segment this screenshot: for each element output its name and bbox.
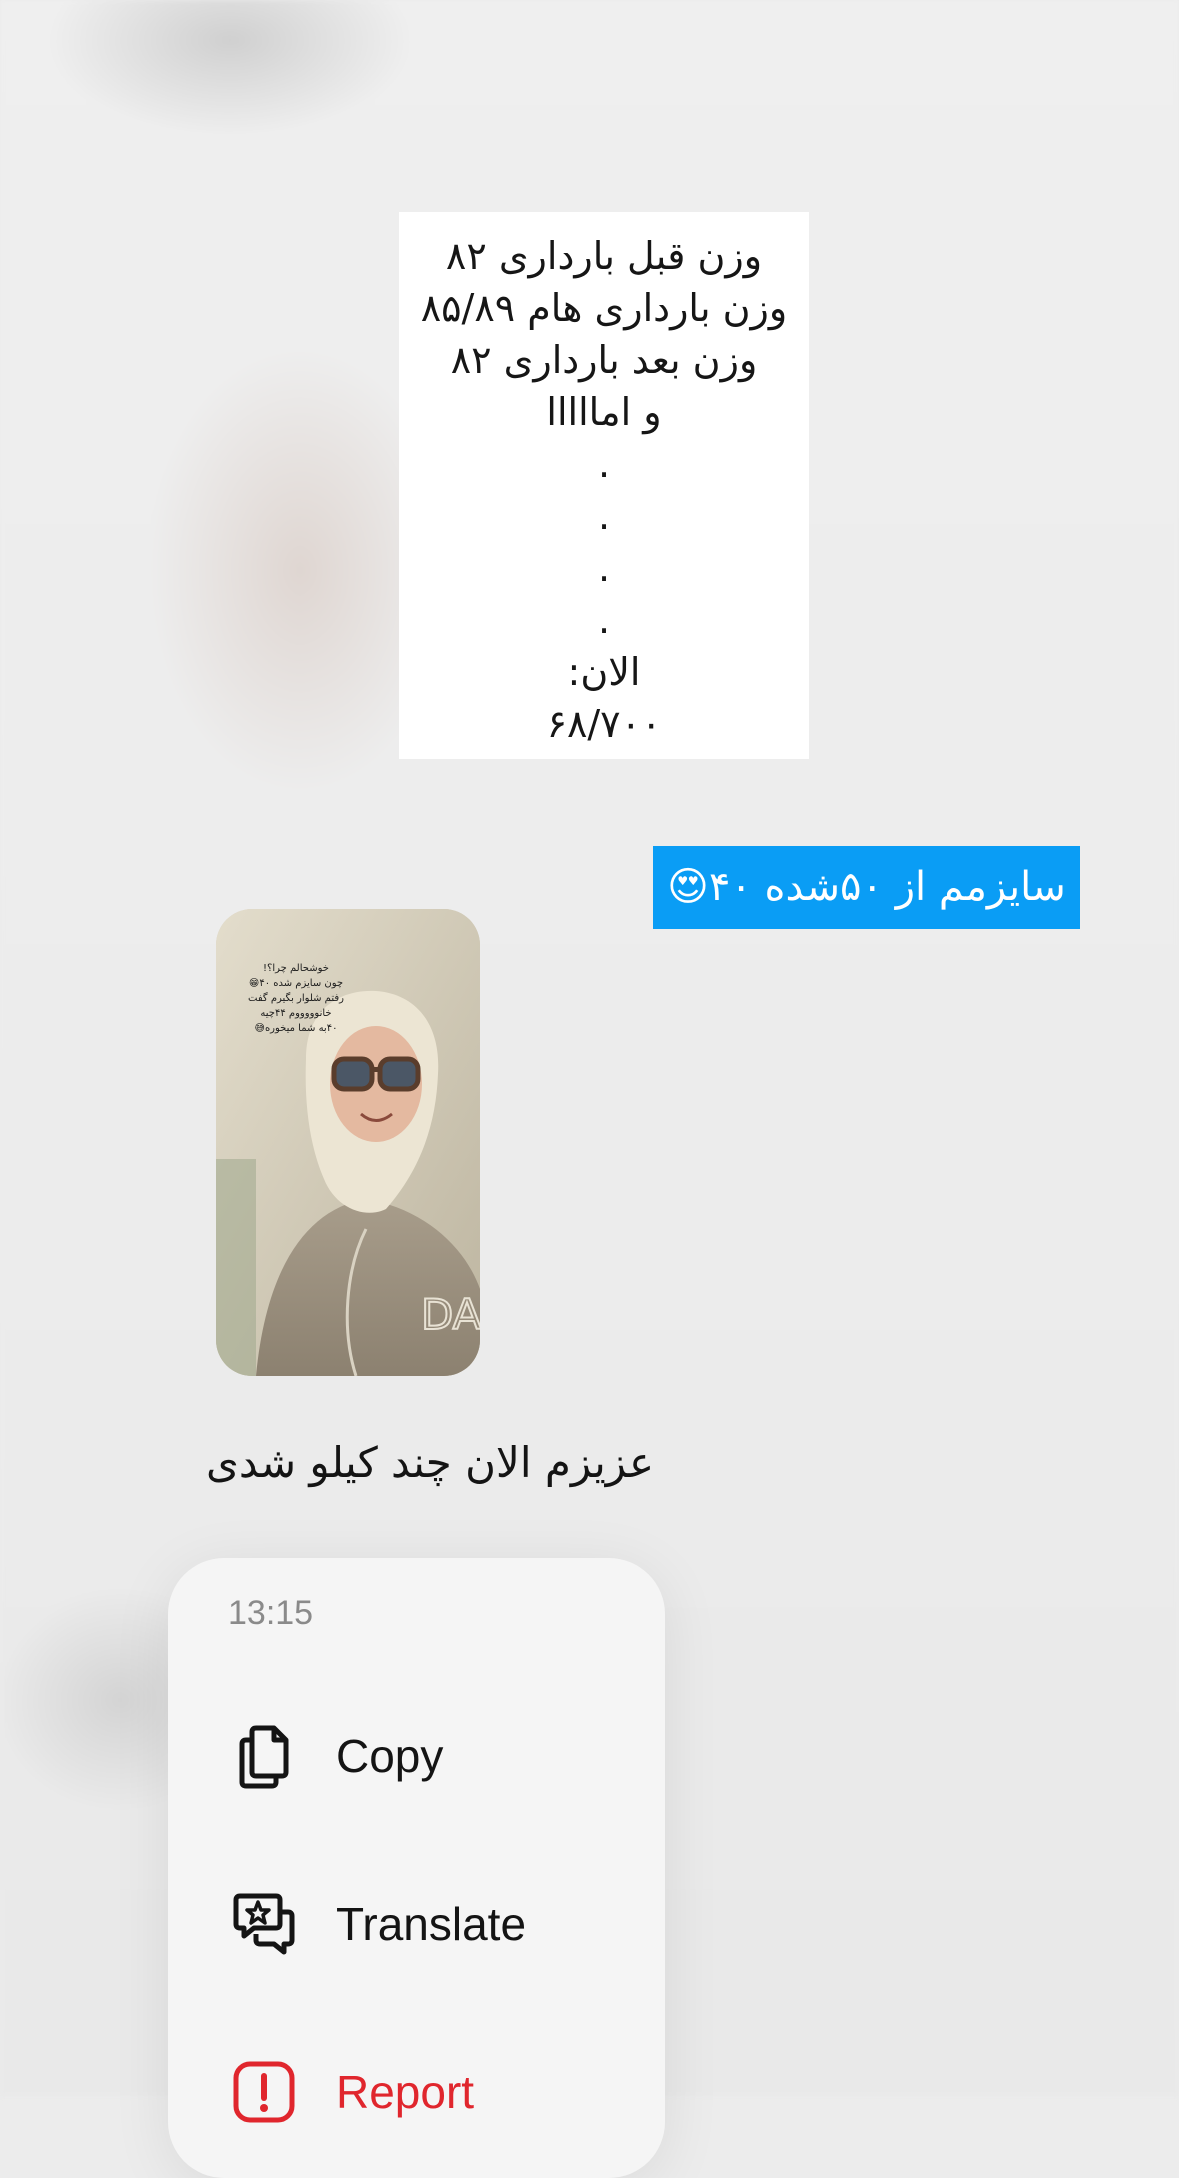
story-overlay-line: خانوووووم ۴۴چیه — [260, 1008, 332, 1019]
note-line: وزن قبل بارداری ۸۲ — [445, 234, 763, 278]
note-line: و امااااا — [546, 390, 662, 434]
svg-text:DA: DA — [421, 1290, 480, 1339]
story-overlay-text: خوشحالم چرا؟! چون سایزم شده ۴۰😁 رفتم شلو… — [226, 961, 366, 1036]
note-line: . — [597, 442, 611, 486]
story-photo-thumbnail[interactable]: DA خوشحالم چرا؟! چون سایزم شده ۴۰😁 رفتم … — [216, 909, 480, 1376]
report-icon — [230, 2058, 298, 2126]
story-overlay-line: چون سایزم شده ۴۰😁 — [248, 978, 344, 989]
menu-item-label: Report — [336, 2066, 475, 2118]
menu-item-report[interactable]: Report — [168, 2032, 665, 2152]
menu-item-copy[interactable]: Copy — [168, 1696, 665, 1816]
menu-item-label: Copy — [336, 1730, 444, 1782]
note-line: . — [597, 494, 611, 538]
note-line: الان: — [567, 650, 641, 694]
reply-message[interactable]: عزیزم الان چند کیلو شدی — [180, 1428, 680, 1498]
copy-icon — [230, 1722, 298, 1790]
story-overlay-line: رفتم شلوار بگیرم گفت — [248, 993, 344, 1004]
note-line: . — [597, 598, 611, 642]
size-caption: سایزمم از ۵۰شده ۴۰😍 — [653, 846, 1080, 929]
translate-icon — [230, 1890, 298, 1958]
menu-item-translate[interactable]: Translate — [168, 1864, 665, 1984]
note-line: . — [597, 546, 611, 590]
note-line: وزن بعد بارداری ۸۲ — [450, 338, 758, 382]
weight-note-card: وزن قبل بارداری ۸۲ وزن بارداری هام ۸۵/۸۹… — [399, 212, 809, 759]
message-timestamp: 13:15 — [228, 1594, 314, 1632]
story-overlay-line: ۴۰به شما میخوره😅 — [254, 1023, 338, 1034]
note-line: ۶۸/۷۰۰ — [546, 702, 662, 746]
note-line: وزن بارداری هام ۸۵/۸۹ — [420, 286, 788, 330]
message-context-menu: 13:15 Copy Translate Report — [168, 1558, 665, 2178]
menu-item-label: Translate — [336, 1898, 527, 1950]
story-overlay-line: خوشحالم چرا؟! — [263, 963, 329, 974]
